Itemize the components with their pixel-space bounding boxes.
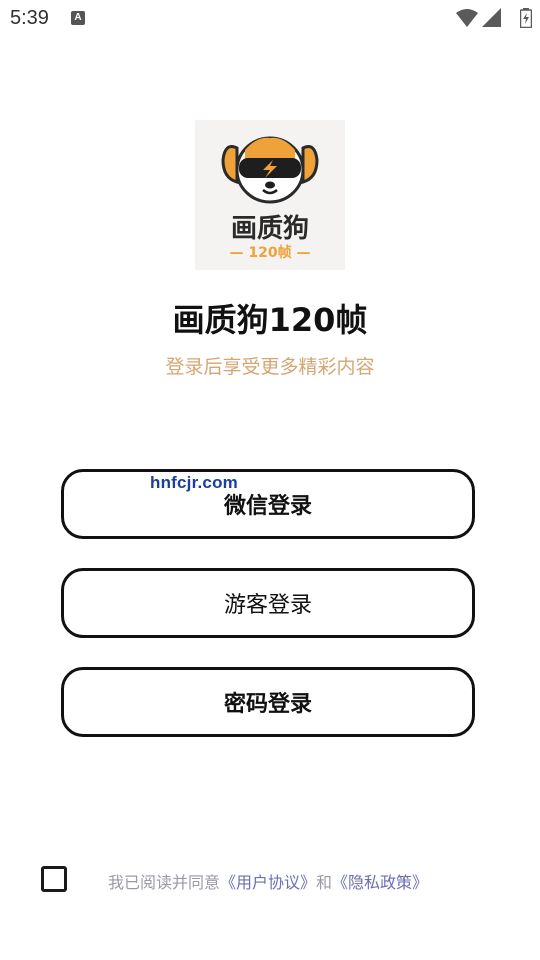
logo-name-text: 画质狗 xyxy=(230,214,309,244)
user-agreement-link[interactable]: 《用户协议》 xyxy=(220,873,316,892)
notification-app-icon: A xyxy=(71,11,85,25)
app-logo: 画质狗 — 120帧 — xyxy=(195,120,345,270)
guest-login-label: 游客登录 xyxy=(223,593,312,618)
status-time: 5:39 xyxy=(10,7,49,29)
battery-icon xyxy=(520,8,532,28)
privacy-policy-link[interactable]: 《隐私政策》 xyxy=(332,873,428,892)
app-subtitle: 登录后享受更多精彩内容 xyxy=(165,356,375,378)
status-bar: 5:39 A xyxy=(0,0,540,36)
logo-sub-text: — 120帧 — xyxy=(229,245,311,261)
wifi-icon xyxy=(456,9,478,27)
signal-icon xyxy=(482,8,501,27)
agreement-prefix: 我已阅读并同意 xyxy=(108,873,221,892)
password-login-label: 密码登录 xyxy=(223,692,312,717)
agreement-conjunction: 和 xyxy=(316,873,333,892)
wechat-login-button[interactable]: 微信登录 xyxy=(61,469,475,539)
password-login-button[interactable]: 密码登录 xyxy=(61,667,475,737)
guest-login-button[interactable]: 游客登录 xyxy=(61,568,475,638)
agreement-row: 我已阅读并同意《用户协议》和《隐私政策》 xyxy=(0,862,540,898)
watermark-text: hnfcjr.com xyxy=(150,473,238,492)
app-title: 画质狗120帧 xyxy=(172,301,368,339)
agreement-text: 我已阅读并同意《用户协议》和《隐私政策》 xyxy=(108,869,428,893)
agreement-checkbox[interactable] xyxy=(41,866,67,892)
